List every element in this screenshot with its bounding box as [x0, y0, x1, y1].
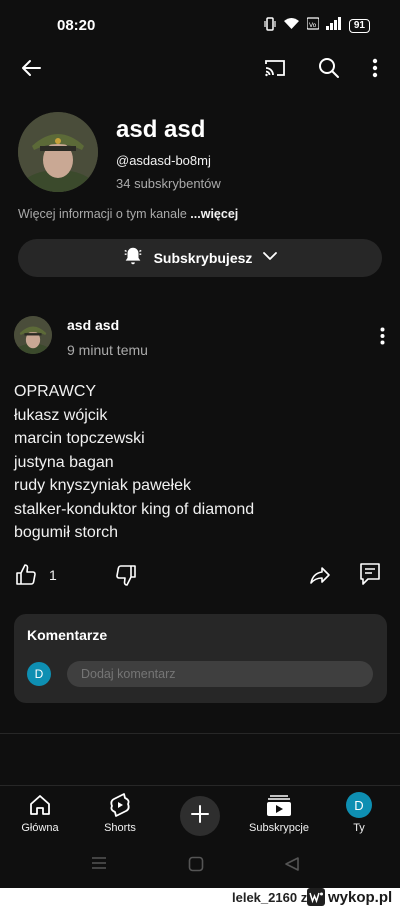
post-more-icon[interactable]: [372, 324, 392, 348]
bell-icon: [122, 245, 144, 272]
nav-home-label: Główna: [21, 822, 59, 834]
more-link[interactable]: ...więcej: [190, 207, 238, 221]
channel-description-link[interactable]: Więcej informacji o tym kanale ...więcej: [18, 207, 238, 221]
nav-subscriptions-label: Subskrypcje: [249, 822, 309, 834]
home-icon: [25, 791, 55, 819]
dislike-icon[interactable]: [112, 562, 140, 588]
channel-handle: @asdasd-bo8mj: [116, 153, 211, 168]
post-line: bogumił storch: [14, 524, 119, 541]
watermark-footer: lelek_2160 z wykop.pl: [0, 888, 400, 908]
channel-description: Więcej informacji o tym kanale: [18, 207, 187, 221]
post-body: OPRAWCY łukasz wójcik marcin topczewski …: [14, 380, 384, 545]
like-count: 1: [49, 567, 57, 583]
wifi-icon: [283, 17, 300, 35]
system-navigation-bar: [0, 840, 400, 888]
wykop-logo: wykop.pl: [307, 888, 392, 906]
post-line: rudy knyszyniak pawełek: [14, 477, 191, 494]
subscribed-button[interactable]: Subskrybujesz: [18, 239, 382, 277]
user-avatar: D: [27, 662, 51, 686]
nav-home[interactable]: Główna: [5, 791, 75, 834]
post-author-avatar[interactable]: [14, 316, 52, 354]
share-icon[interactable]: [306, 562, 334, 588]
bottom-navigation: Główna Shorts Subskrypcje D Ty: [0, 785, 400, 840]
wykop-logo-text: wykop.pl: [328, 888, 393, 906]
home-button-icon[interactable]: [188, 856, 204, 872]
watermark-username: lelek_2160 z: [232, 890, 307, 905]
svg-text:Vo: Vo: [309, 22, 317, 29]
back-triangle-icon[interactable]: [284, 856, 300, 872]
app-screen: 08:20 Vo 91 asd asd @asdasd-bo8mj 34 sub…: [0, 0, 400, 888]
volte-icon: Vo: [306, 17, 320, 35]
chevron-down-icon: [262, 248, 278, 269]
comments-section[interactable]: Komentarze D: [14, 614, 387, 703]
channel-name: asd asd: [116, 116, 206, 143]
recents-icon[interactable]: [90, 856, 108, 870]
battery-indicator: 91: [348, 19, 370, 33]
top-app-bar: [0, 50, 400, 86]
post-timestamp: 9 minut temu: [67, 342, 148, 358]
comments-title: Komentarze: [27, 627, 108, 643]
subscribed-label: Subskrybujesz: [153, 250, 253, 266]
search-icon[interactable]: [315, 54, 343, 82]
post-line: justyna bagan: [14, 453, 114, 471]
post-line: stalker-konduktor king of diamond: [14, 500, 255, 518]
comment-icon[interactable]: [356, 560, 384, 588]
post-line: łukasz wójcik: [14, 406, 108, 424]
nav-shorts-label: Shorts: [104, 822, 136, 834]
nav-you[interactable]: D Ty: [324, 791, 394, 834]
subscriptions-icon: [264, 791, 294, 819]
nav-subscriptions[interactable]: Subskrypcje: [244, 791, 314, 834]
back-arrow-icon[interactable]: [17, 54, 45, 82]
status-icons: Vo 91: [264, 16, 370, 36]
profile-avatar: D: [344, 791, 374, 819]
subscriber-count: 34 subskrybentów: [116, 176, 221, 191]
cast-icon[interactable]: [261, 54, 289, 82]
plus-icon: [190, 804, 210, 829]
divider: [0, 733, 400, 734]
post-line: marcin topczewski: [14, 430, 145, 447]
channel-avatar[interactable]: [18, 112, 98, 192]
post-line: OPRAWCY: [14, 383, 97, 400]
add-comment-input[interactable]: [67, 661, 373, 687]
wykop-logo-icon: [307, 888, 325, 906]
signal-icon: [325, 17, 342, 35]
nav-you-label: Ty: [353, 822, 365, 834]
create-button[interactable]: [180, 796, 220, 836]
post-author[interactable]: asd asd: [67, 317, 119, 333]
watermark-user: lelek_2160: [232, 890, 298, 905]
status-bar: 08:20 Vo 91: [0, 0, 400, 50]
nav-shorts[interactable]: Shorts: [85, 791, 155, 834]
nav-avatar-letter: D: [346, 792, 372, 818]
like-icon[interactable]: [12, 562, 40, 588]
shorts-icon: [105, 791, 135, 819]
more-vert-icon[interactable]: [361, 54, 389, 82]
status-time: 08:20: [57, 17, 96, 34]
vibrate-icon: [264, 16, 276, 36]
